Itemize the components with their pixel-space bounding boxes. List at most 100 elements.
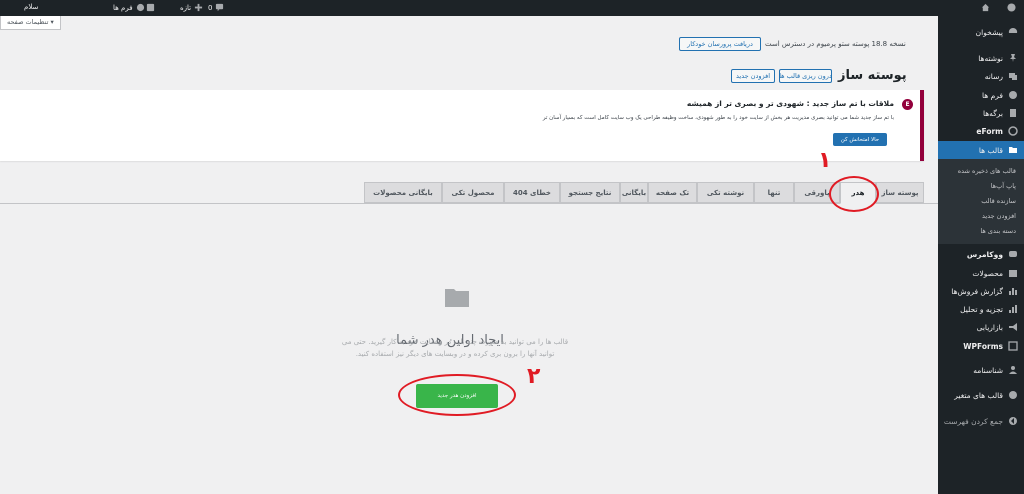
version-notice: نسخه 18.8 پوسته ستو پرمیوم در دسترس است xyxy=(765,40,906,48)
sidebar-item-eform[interactable]: eForm xyxy=(938,122,1024,140)
new-label: تازه xyxy=(180,3,192,12)
home-icon xyxy=(981,3,990,12)
woo-icon xyxy=(1008,249,1018,259)
forms-label: فرم ها xyxy=(113,3,133,12)
sidebar-item-label: محصولات xyxy=(972,268,1003,278)
home-link[interactable] xyxy=(981,3,990,12)
page-title: پوسته ساز xyxy=(838,68,907,83)
annotation-circle-header-tab xyxy=(829,176,879,212)
tab-single-product[interactable]: محصول تکی xyxy=(442,182,504,203)
admin-bar: سلام 0 تازه فرم ها xyxy=(0,0,1024,16)
page-icon xyxy=(1008,108,1018,118)
submenu-item-theme-builder[interactable]: سازنده قالب xyxy=(981,197,1016,205)
sidebar-item-label: فرم ها xyxy=(982,90,1003,100)
updates-link[interactable]: 0 xyxy=(208,3,224,12)
products-icon xyxy=(1008,268,1018,278)
forms-link[interactable]: فرم ها xyxy=(113,3,145,12)
sidebar-item-variable-templates[interactable]: قالب های متغیر xyxy=(938,386,1024,404)
sidebar-item-woocommerce[interactable]: ووکامرس xyxy=(938,245,1024,263)
sidebar-collapse-menu[interactable]: جمع کردن فهرست xyxy=(938,412,1024,430)
sidebar-item-label: نوشته‌ها xyxy=(978,53,1003,63)
tab-product-archive[interactable]: بایگانی محصولات xyxy=(364,182,442,203)
empty-state-text-line-1: قالب ها را می توانید به صورت چند باره در… xyxy=(341,338,569,346)
templates-submenu: قالب های ذخیره شده پاپ آپ‌ها سازنده قالب… xyxy=(938,159,1024,244)
sidebar-item-label: شناسنامه xyxy=(973,365,1003,375)
admin-sidebar-lower: ووکامرس محصولات گزارش فروش‌ها تجزیه و تح… xyxy=(938,245,1024,494)
forms-icon xyxy=(136,3,144,12)
annotation-circle-add-button xyxy=(398,374,516,416)
analytics-icon xyxy=(1008,304,1018,314)
sidebar-item-sales-report[interactable]: گزارش فروش‌ها xyxy=(938,282,1024,300)
folder-icon xyxy=(445,289,469,307)
add-new-button[interactable]: افزودن جدید xyxy=(731,69,775,83)
sidebar-item-label: eForm xyxy=(976,126,1003,136)
tab-archive[interactable]: بایگانی xyxy=(620,182,648,203)
forms-icon xyxy=(1008,90,1018,100)
site-name-link[interactable]: سلام xyxy=(24,3,38,11)
eform-icon xyxy=(1008,126,1018,136)
screen-options-button[interactable]: تنظیمات صفحه ▾ xyxy=(0,16,61,30)
user-icon xyxy=(1008,365,1018,375)
megaphone-icon xyxy=(1008,322,1018,332)
tab-single-page[interactable]: تک صفحه xyxy=(648,182,697,203)
notice-text: با تم ساز جدید شما می توانید بصری مدیریت… xyxy=(542,115,894,121)
sidebar-item-label: WPForms xyxy=(963,341,1003,351)
theme-builder-notice: E ملاقات با تم ساز جدید : شهودی تر و بصر… xyxy=(0,90,924,161)
report-icon xyxy=(1008,286,1018,296)
sidebar-item-label: رسانه xyxy=(984,71,1003,81)
sidebar-item-analytics[interactable]: تجزیه و تحلیل xyxy=(938,300,1024,318)
sidebar-item-forms[interactable]: فرم ها xyxy=(938,86,1024,104)
import-templates-button[interactable]: درون ریزی قالب ها xyxy=(779,69,832,83)
submenu-item-popups[interactable]: پاپ آپ‌ها xyxy=(991,182,1016,190)
sidebar-item-profile[interactable]: شناسنامه xyxy=(938,361,1024,379)
sidebar-item-label: پیشخوان xyxy=(975,27,1003,37)
sidebar-item-label: گزارش فروش‌ها xyxy=(951,286,1003,296)
tab-theme-builder[interactable]: پوسته ساز xyxy=(876,182,924,203)
wordpress-icon xyxy=(1007,3,1016,12)
elementor-logo-icon: E xyxy=(902,99,913,110)
tabs-divider xyxy=(0,203,938,204)
sidebar-item-dashboard[interactable]: پیشخوان xyxy=(938,23,1024,41)
sidebar-item-label: برگه‌ها xyxy=(982,108,1003,118)
sidebar-item-media[interactable]: رسانه xyxy=(938,67,1024,85)
try-it-now-button[interactable]: حالا امتحانش کن xyxy=(833,133,887,146)
sidebar-item-label: قالب ها xyxy=(978,145,1003,155)
new-content-link[interactable]: تازه xyxy=(180,3,203,12)
tab-error-404[interactable]: خطای 404 xyxy=(504,182,560,203)
sidebar-item-label: بازاریابی xyxy=(976,322,1003,332)
folder-icon xyxy=(1008,145,1018,155)
sidebar-item-marketing[interactable]: بازاریابی xyxy=(938,318,1024,336)
submenu-item-categories[interactable]: دسته بندی ها xyxy=(980,227,1016,235)
sidebar-item-label: تجزیه و تحلیل xyxy=(960,304,1003,314)
plus-icon xyxy=(195,3,203,12)
yoast-icon xyxy=(146,3,155,12)
media-icon xyxy=(1008,71,1018,81)
notice-title: ملاقات با تم ساز جدید : شهودی تر و بصری … xyxy=(686,99,894,108)
sidebar-item-wpforms[interactable]: WPForms xyxy=(938,337,1024,355)
comment-icon xyxy=(216,3,224,12)
submenu-item-add-new[interactable]: افزودن جدید xyxy=(982,212,1016,220)
sidebar-item-products[interactable]: محصولات xyxy=(938,264,1024,282)
wpforms-icon xyxy=(1008,341,1018,351)
tab-single[interactable]: تنها xyxy=(754,182,794,203)
sidebar-item-label: ووکامرس xyxy=(966,249,1003,259)
wordpress-logo[interactable] xyxy=(1007,3,1016,12)
annotation-number-two: ۲ xyxy=(527,364,541,389)
tab-single-post[interactable]: نوشته تکی xyxy=(697,182,754,203)
sidebar-item-posts[interactable]: نوشته‌ها xyxy=(938,49,1024,67)
pin-icon xyxy=(1008,53,1018,63)
active-menu-arrow xyxy=(932,144,938,156)
globe-icon xyxy=(1008,390,1018,400)
annotation-number-one: ۱ xyxy=(818,148,832,173)
dashboard-icon xyxy=(1008,27,1018,37)
submenu-item-saved-templates[interactable]: قالب های ذخیره شده xyxy=(958,167,1016,175)
sidebar-item-pages[interactable]: برگه‌ها xyxy=(938,104,1024,122)
yoast-link[interactable] xyxy=(146,3,155,12)
sidebar-item-templates[interactable]: قالب ها xyxy=(938,141,1024,159)
sidebar-item-label: جمع کردن فهرست xyxy=(943,416,1003,426)
tab-search-results[interactable]: نتایج جستجو xyxy=(560,182,620,203)
collapse-icon xyxy=(1008,416,1018,426)
empty-state-text-line-2: توانید آنها را برون بری کرده و در وبسایت… xyxy=(355,350,555,358)
updates-count: 0 xyxy=(208,3,213,12)
get-pro-button[interactable]: دریافت پرورسان خودکار xyxy=(679,37,761,51)
